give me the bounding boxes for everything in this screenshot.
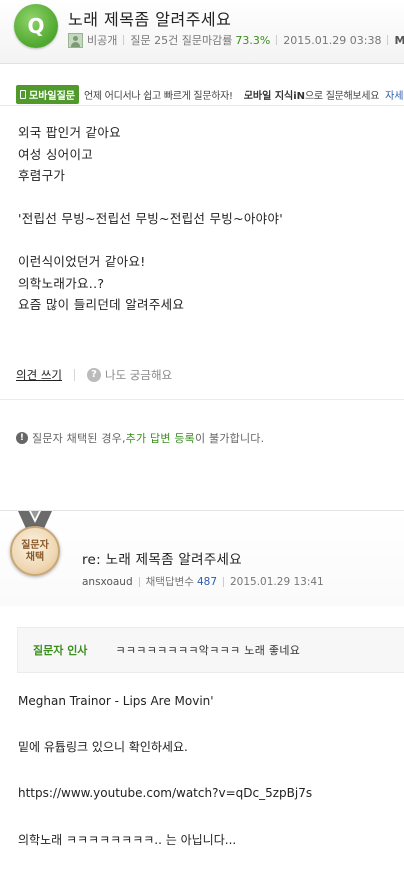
chosen-count[interactable]: 487 xyxy=(197,576,217,588)
mobile-banner: 모바일질문 언제 어디서나 쉽고 빠르게 질문하자! 모바일 지식iN 으로 질… xyxy=(0,84,404,106)
answer-date: 2015.01.29 13:41 xyxy=(230,575,324,588)
question-meta: 비공개 질문 25건 질문마감률 73.3% 2015.01.29 03:38 … xyxy=(68,32,404,48)
question-author: 비공개 xyxy=(87,34,118,47)
me-too-curious-button[interactable]: 나도 궁금해요 xyxy=(105,367,172,383)
answer-title: re: 노래 제목좀 알려주세요 xyxy=(82,552,242,568)
question-title: 노래 제목좀 알려주세요 xyxy=(68,10,232,29)
answer-youtube-link[interactable]: https://www.youtube.com/watch?v=qDc_5zpB… xyxy=(18,786,312,801)
meta-divider xyxy=(138,576,140,587)
notice-text-post: 이 불가합니다. xyxy=(194,432,265,445)
mobile-question-label: 모바일질문 xyxy=(29,91,75,102)
meta-divider xyxy=(123,35,125,45)
answer-line-info: 밑에 유튭링크 있으니 확인하세요. xyxy=(18,740,188,754)
avatar-icon xyxy=(68,32,83,48)
medal-label-2: 채택 xyxy=(25,552,45,563)
question-close-rate: 73.3% xyxy=(235,33,271,47)
notice-text-pre: 질문자 채택된 경우, xyxy=(32,432,126,445)
answer-author[interactable]: ansxoaud xyxy=(82,576,133,588)
meta-divider xyxy=(223,576,224,587)
question-badge-icon: Q xyxy=(14,4,58,48)
question-date: 2015.01.29 03:38 xyxy=(283,33,382,47)
answer-section: 질문자 채택 re: 노래 제목좀 알려주세요 ansxoaud 채택답변수 4… xyxy=(0,511,404,875)
write-opinion-link[interactable]: 의견 쓰기 xyxy=(16,367,62,383)
banner-more-link[interactable]: 자세히 xyxy=(385,87,404,102)
exclamation-icon: ! xyxy=(16,432,28,444)
meta-divider xyxy=(387,35,389,45)
answer-line-song: Meghan Trainor - Lips Are Movin' xyxy=(18,694,214,708)
medal-label-1: 질문자 xyxy=(21,540,49,551)
mobile-kin-link[interactable]: 모바일 지식iN xyxy=(244,87,305,102)
greeting-label: 질문자 인사 xyxy=(33,644,88,657)
phone-icon xyxy=(20,90,26,99)
answer-meta: ansxoaud 채택답변수 487 2015.01.29 13:41 xyxy=(82,574,324,589)
question-mark-icon: ? xyxy=(86,368,101,382)
mobile-banner-link-rest: 으로 질문해보세요 xyxy=(305,91,380,102)
meta-divider xyxy=(276,35,278,45)
mobile-banner-text: 언제 어디서나 쉽고 빠르게 질문하자! xyxy=(84,91,233,102)
answer-line-note: 의학노래 ㅋㅋㅋㅋㅋㅋㅋㅋ.. 는 아닙니다... xyxy=(18,833,237,847)
mobile-question-badge[interactable]: 모바일질문 xyxy=(16,85,79,104)
asker-greeting-box: 질문자 인사 ㅋㅋㅋㅋㅋㅋㅋㅋ악ㅋㅋㅋ 노래 좋네요 xyxy=(17,627,404,673)
notice: ! 질문자 채택된 경우, 추가 답변 등록 이 불가합니다. xyxy=(16,430,264,446)
question-stats: 질문 25건 질문마감률 xyxy=(130,34,233,47)
question-actions: 의견 쓰기 ? 나도 궁금해요 xyxy=(16,367,172,383)
greeting-text: ㅋㅋㅋㅋㅋㅋㅋㅋ악ㅋㅋㅋ 노래 좋네요 xyxy=(115,644,301,657)
question-meta-more[interactable]: M xyxy=(394,34,404,47)
question-body: 외국 팝인거 같아요 여성 싱어이고 후렴구가 '전립선 무빙~전립선 무빙~전… xyxy=(18,125,284,312)
question-header: Q 노래 제목좀 알려주세요 비공개 질문 25건 질문마감률 73.3% 20… xyxy=(0,0,404,64)
actions-divider xyxy=(73,369,75,381)
chosen-answer-medal-icon: 질문자 채택 xyxy=(10,526,60,576)
chosen-count-label: 채택답변수 xyxy=(145,576,194,588)
notice-highlight: 추가 답변 등록 xyxy=(125,432,195,445)
section-divider xyxy=(0,399,404,400)
